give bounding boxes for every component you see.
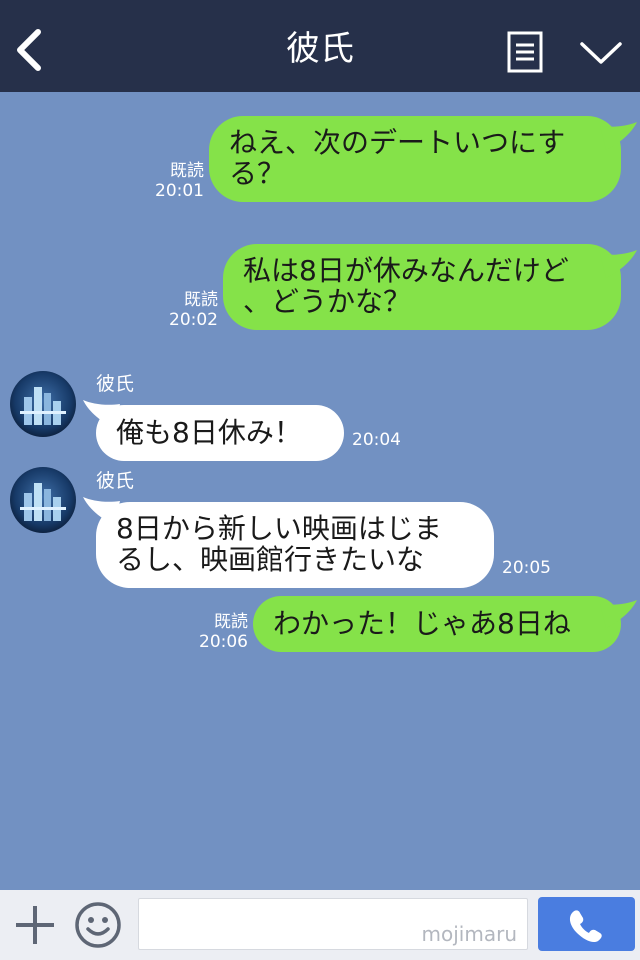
message-text-line: ねえ、次のデートいつにす (229, 126, 566, 159)
bubble-tail (600, 122, 637, 150)
avatar[interactable] (10, 371, 76, 437)
message-bubble[interactable]: 8日から新しい映画はじま るし、映画館行きたいな (96, 502, 494, 588)
note-button[interactable] (506, 30, 544, 74)
message-input[interactable]: mojimaru (138, 898, 528, 950)
sender-name: 彼氏 (96, 470, 135, 492)
phone-icon (569, 910, 602, 943)
message-time: 20:05 (502, 558, 551, 578)
message-text-line: 私は8日が休みなんだけど (243, 254, 569, 287)
call-button[interactable] (538, 897, 635, 951)
avatar[interactable] (10, 467, 76, 533)
menu-button[interactable] (578, 38, 624, 68)
message-text-line: るし、映画館行きたいな (116, 543, 425, 576)
message-time: 20:04 (352, 430, 401, 450)
message-bubble[interactable]: 私は8日が休みなんだけど 、どうかな？ (223, 244, 621, 330)
sender-name: 彼氏 (96, 373, 135, 395)
input-bar: mojimaru (0, 890, 640, 960)
message-text-line: わかった！じゃあ8日ね (273, 607, 571, 640)
message-bubble[interactable]: わかった！じゃあ8日ね (253, 596, 621, 652)
chat-header: 彼氏 (0, 0, 640, 92)
message-time: 20:01 (155, 181, 204, 201)
message-time: 20:02 (169, 310, 218, 330)
message-bubble[interactable]: ねえ、次のデートいつにす る？ (209, 116, 621, 202)
message-meta: 既読 20:01 (150, 161, 204, 201)
message-time: 20:06 (199, 632, 248, 652)
message-text-line: 俺も8日休み！ (116, 416, 302, 449)
bubble-tail (600, 250, 637, 278)
chevron-down-icon (580, 42, 622, 64)
read-status: 既読 (170, 161, 204, 181)
chat-title: 彼氏 (286, 29, 354, 69)
read-status: 既読 (214, 612, 248, 632)
message-text-line: 8日から新しい映画はじま (116, 512, 442, 545)
plus-icon (16, 906, 54, 944)
read-status: 既読 (184, 290, 218, 310)
note-icon (507, 31, 543, 73)
message-text-line: る？ (229, 157, 286, 190)
message-text-line: 、どうかな？ (243, 285, 412, 318)
message-meta: 既読 20:06 (194, 612, 248, 652)
message-bubble[interactable]: 俺も8日休み！ (96, 405, 344, 461)
avatar-image (10, 467, 76, 533)
message-meta: 既読 20:02 (164, 290, 218, 330)
smiley-icon (75, 902, 121, 948)
emoji-button[interactable] (74, 901, 122, 949)
watermark-text: mojimaru (421, 922, 517, 946)
bubble-tail (600, 600, 637, 628)
chevron-left-icon (17, 29, 41, 71)
back-button[interactable] (12, 28, 48, 72)
avatar-image (10, 371, 76, 437)
add-button[interactable] (14, 904, 56, 946)
